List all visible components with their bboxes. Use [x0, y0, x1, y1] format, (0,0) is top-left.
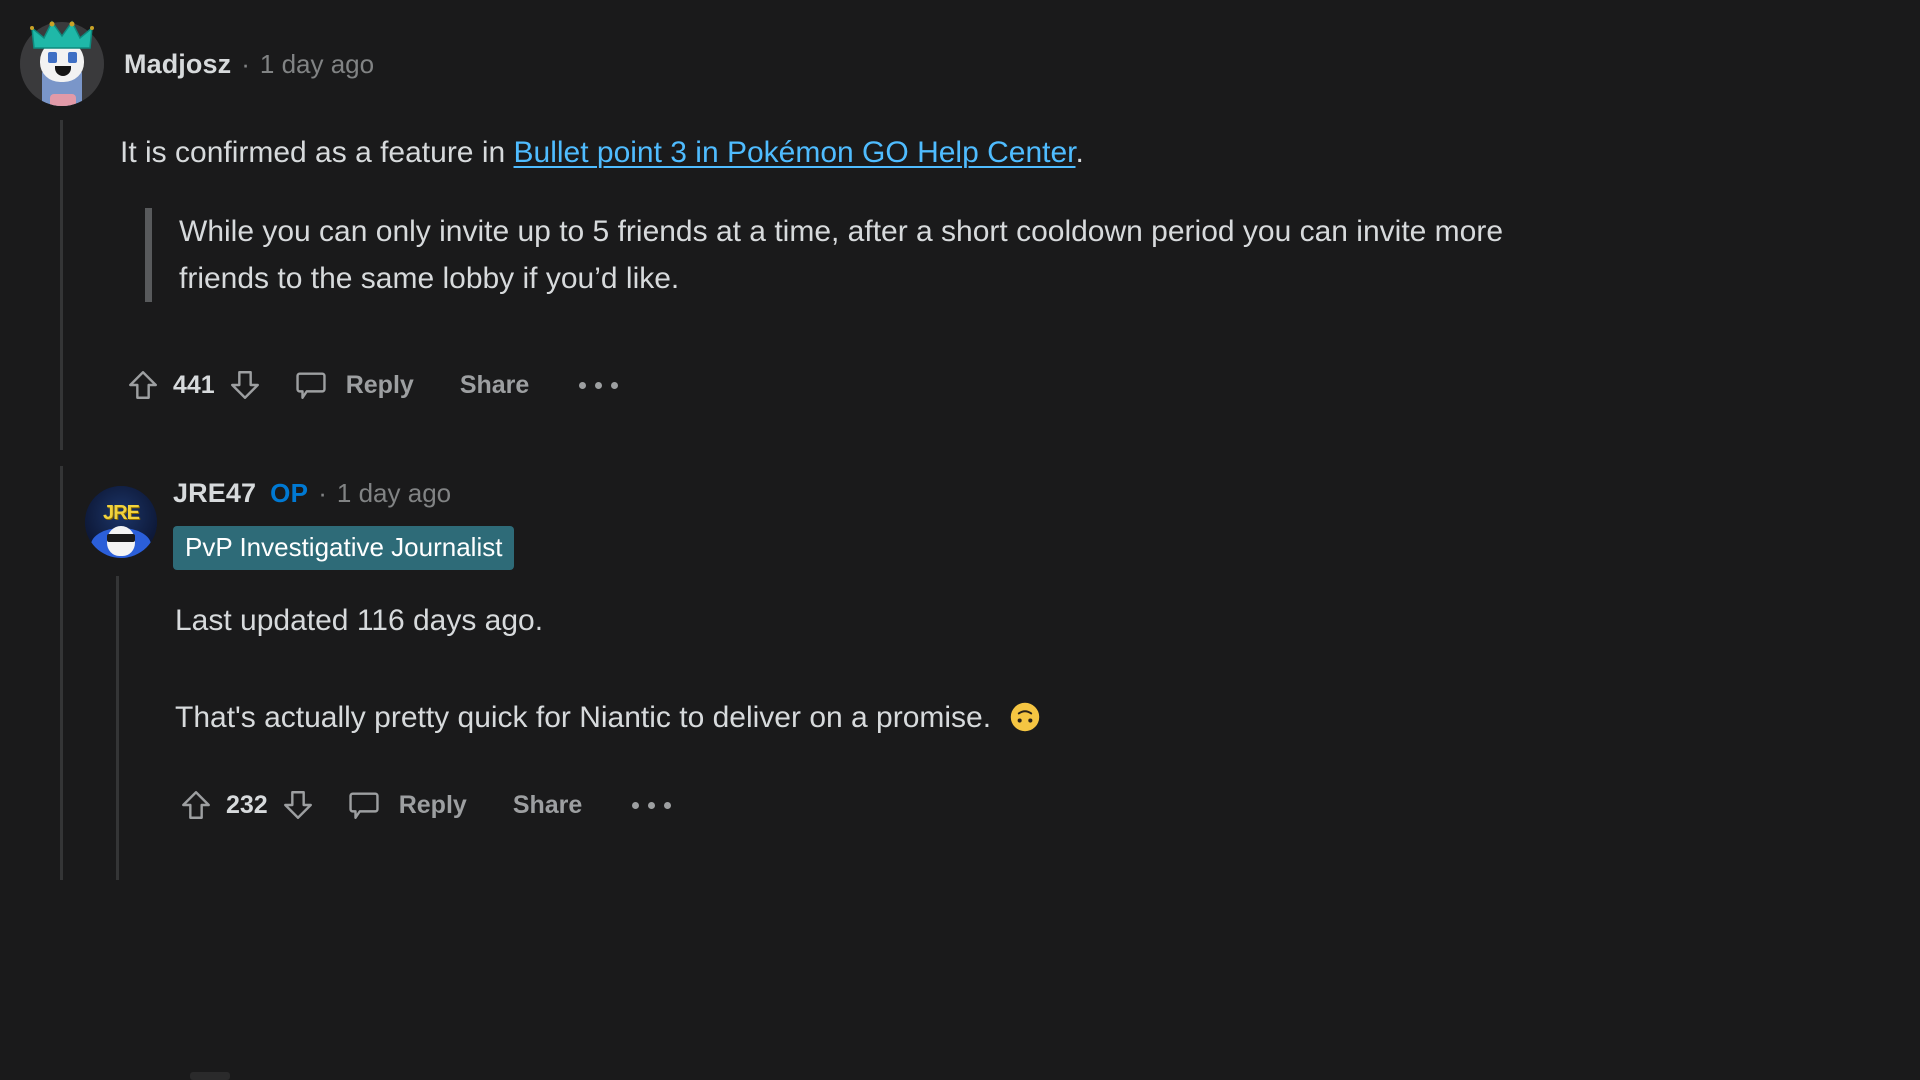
avatar-eye-left [48, 52, 57, 63]
more-options-icon[interactable] [573, 381, 624, 389]
thread-collapse-line-3[interactable] [116, 576, 119, 880]
comment-body-jre47: Last updated 116 days ago. That's actual… [175, 598, 1775, 740]
thread-collapse-line-1[interactable] [60, 120, 63, 450]
share-button[interactable]: Share [505, 791, 590, 820]
upvote-arrow-icon[interactable] [175, 784, 217, 826]
comment-header-jre47: JRE JRE47 OP · 1 day ago PvP Investigati… [85, 478, 515, 570]
comment-thread-page: Madjosz · 1 day ago It is confirmed as a… [0, 0, 1920, 1080]
op-badge: OP [270, 478, 309, 508]
paragraph-text-after-link: . [1075, 136, 1084, 169]
meta-separator: · [241, 48, 250, 79]
jre47-snoo-avatar[interactable]: JRE [85, 486, 157, 558]
next-comment-peek [190, 1072, 230, 1080]
avatar-crown-icon [30, 20, 94, 52]
comment-body-madjosz: It is confirmed as a feature in Bullet p… [120, 130, 1760, 175]
reply-button[interactable]: Reply [338, 371, 422, 400]
comment-meta-column: JRE47 OP · 1 day ago PvP Investigative J… [173, 478, 515, 570]
help-center-link[interactable]: Bullet point 3 in Pokémon GO Help Center [514, 136, 1076, 169]
avatar-mask [107, 534, 135, 542]
paragraph-text-before-link: It is confirmed as a feature in [120, 136, 514, 169]
more-options-icon[interactable] [626, 801, 677, 809]
share-button[interactable]: Share [452, 371, 537, 400]
thread-collapse-line-2[interactable] [60, 466, 63, 880]
avatar-jre-logo: JRE [103, 502, 140, 524]
upvote-arrow-icon[interactable] [122, 364, 164, 406]
comment-actionbar-madjosz: 441 Reply Share [122, 362, 624, 408]
comment-timestamp[interactable]: 1 day ago [337, 478, 451, 509]
comment-paragraph-1: Last updated 116 days ago. [175, 604, 544, 637]
dot [579, 381, 587, 389]
dot [595, 381, 603, 389]
dot [611, 381, 619, 389]
comment-meta-madjosz: Madjosz · 1 day ago [124, 49, 374, 80]
blockquote-text: While you can only invite up to 5 friend… [179, 215, 1504, 295]
downvote-arrow-icon[interactable] [277, 784, 319, 826]
comment-paragraph: It is confirmed as a feature in Bullet p… [120, 130, 1760, 175]
comment-bubble-icon[interactable] [343, 784, 385, 826]
dot [664, 801, 672, 809]
comment-timestamp[interactable]: 1 day ago [260, 49, 374, 80]
user-flair-badge: PvP Investigative Journalist [173, 526, 515, 570]
comment-blockquote: While you can only invite up to 5 friend… [145, 208, 1565, 302]
reply-button[interactable]: Reply [391, 791, 475, 820]
comment-meta-jre47: JRE47 OP · 1 day ago [173, 478, 514, 516]
downvote-arrow-icon[interactable] [224, 364, 266, 406]
vote-count: 441 [173, 370, 215, 399]
upside-down-face-icon [1001, 701, 1041, 734]
avatar-eye-right [68, 52, 77, 63]
vote-group: 232 [175, 784, 319, 826]
comment-header-madjosz: Madjosz · 1 day ago [20, 20, 374, 106]
comment-author-name[interactable]: Madjosz [124, 49, 231, 80]
comment-bubble-icon[interactable] [290, 364, 332, 406]
vote-group: 441 [122, 364, 266, 406]
paragraph-2-text: That's actually pretty quick for Niantic… [175, 701, 992, 734]
dot [632, 801, 640, 809]
avatar-legs [50, 94, 76, 106]
meta-separator: · [318, 478, 327, 508]
comment-paragraph-2: That's actually pretty quick for Niantic… [175, 695, 1775, 740]
comment-author-name[interactable]: JRE47 [173, 478, 256, 509]
comment-actionbar-jre47: 232 Reply Share [175, 782, 677, 828]
dot [648, 801, 656, 809]
madjosz-snoo-avatar[interactable] [20, 20, 104, 106]
vote-count: 232 [226, 790, 268, 819]
